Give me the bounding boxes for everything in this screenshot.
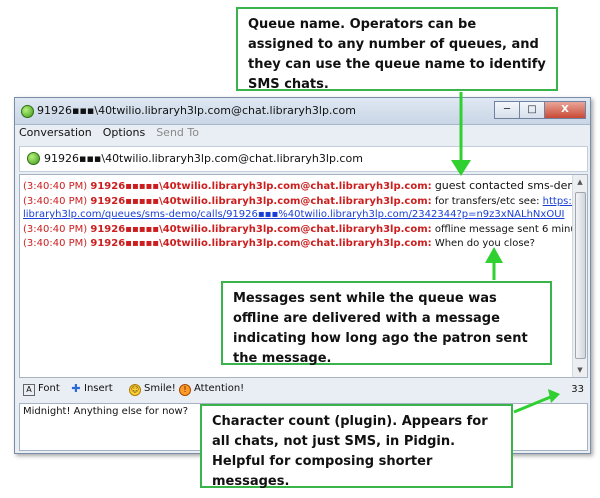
callout-queue-name: Queue name. Operators can be assigned to… bbox=[236, 7, 558, 92]
menu-conversation[interactable]: Conversation bbox=[19, 126, 92, 143]
message-sender: 91926▪▪▪▪▪\40twilio.libraryh3lp.com@chat… bbox=[90, 238, 432, 249]
contact-header: 91926▪▪▪\40twilio.libraryh3lp.com@chat.l… bbox=[19, 146, 588, 172]
available-status-icon bbox=[27, 152, 40, 165]
menu-bar: Conversation Options Send To bbox=[19, 126, 210, 143]
message-sender: 91926▪▪▪▪▪\40twilio.libraryh3lp.com@chat… bbox=[90, 196, 432, 207]
queue-link-continued[interactable]: libraryh3lp.com/queues/sms-demo/calls/91… bbox=[23, 209, 564, 220]
format-toolbar: A Font ✚ Insert ☺ Smile! ! Attention! 33 bbox=[19, 381, 586, 401]
smiley-icon: ☺ bbox=[129, 384, 141, 396]
message-sender: 91926▪▪▪▪▪\40twilio.libraryh3lp.com@chat… bbox=[90, 224, 432, 235]
maximize-button[interactable]: □ bbox=[519, 101, 545, 119]
chat-scrollbar[interactable]: ▲ ▼ bbox=[572, 175, 587, 377]
font-button[interactable]: A Font bbox=[23, 383, 60, 396]
window-title: 91926▪▪▪\40twilio.libraryh3lp.com@chat.l… bbox=[37, 104, 356, 117]
message-line-continued: libraryh3lp.com/queues/sms-demo/calls/91… bbox=[23, 208, 564, 222]
message-input-text: Midnight! Anything else for now? bbox=[23, 406, 189, 417]
font-button-label: Font bbox=[38, 383, 60, 394]
insert-button[interactable]: ✚ Insert bbox=[71, 382, 113, 395]
window-controls: ─ □ X bbox=[494, 101, 586, 119]
scroll-up-icon[interactable]: ▲ bbox=[573, 175, 587, 189]
available-status-icon bbox=[21, 105, 34, 118]
callout-offline-messages: Messages sent while the queue was offlin… bbox=[221, 281, 552, 366]
chat-window: 91926▪▪▪\40twilio.libraryh3lp.com@chat.l… bbox=[14, 97, 591, 454]
message-line: (3:40:40 PM) 91926▪▪▪▪▪\40twilio.library… bbox=[23, 223, 588, 237]
message-text: guest contacted sms-demo bbox=[434, 179, 585, 192]
plus-icon: ✚ bbox=[71, 382, 81, 395]
minimize-button[interactable]: ─ bbox=[494, 101, 520, 119]
contact-name: 91926▪▪▪\40twilio.libraryh3lp.com@chat.l… bbox=[44, 152, 363, 165]
message-text: for transfers/etc see: bbox=[434, 196, 543, 207]
message-line: (3:40:40 PM) 91926▪▪▪▪▪\40twilio.library… bbox=[23, 179, 585, 194]
message-timestamp: (3:40:40 PM) bbox=[23, 181, 88, 192]
message-text: offline message sent 6 minutes ago bbox=[434, 224, 588, 235]
title-bar[interactable]: 91926▪▪▪\40twilio.libraryh3lp.com@chat.l… bbox=[15, 98, 590, 125]
character-count: 33 bbox=[571, 384, 584, 395]
font-icon: A bbox=[23, 384, 35, 396]
smile-button-label: Smile! bbox=[144, 383, 176, 394]
insert-button-label: Insert bbox=[84, 383, 113, 394]
menu-options[interactable]: Options bbox=[103, 126, 145, 143]
message-text: When do you close? bbox=[434, 238, 535, 249]
close-button[interactable]: X bbox=[544, 101, 586, 119]
menu-send-to[interactable]: Send To bbox=[156, 126, 199, 143]
message-timestamp: (3:40:40 PM) bbox=[23, 224, 88, 235]
attention-button-label: Attention! bbox=[194, 383, 245, 394]
scroll-thumb[interactable] bbox=[575, 192, 586, 359]
message-timestamp: (3:40:40 PM) bbox=[23, 238, 88, 249]
attention-icon: ! bbox=[179, 384, 191, 396]
callout-character-count: Character count (plugin). Appears for al… bbox=[200, 404, 513, 489]
message-line: (3:40:40 PM) 91926▪▪▪▪▪\40twilio.library… bbox=[23, 195, 579, 209]
message-sender: 91926▪▪▪▪▪\40twilio.libraryh3lp.com@chat… bbox=[90, 181, 432, 192]
smile-button[interactable]: ☺ Smile! bbox=[129, 383, 176, 396]
message-timestamp: (3:40:40 PM) bbox=[23, 196, 88, 207]
scroll-down-icon[interactable]: ▼ bbox=[573, 363, 587, 377]
attention-button[interactable]: ! Attention! bbox=[179, 383, 244, 396]
message-line: (3:40:40 PM) 91926▪▪▪▪▪\40twilio.library… bbox=[23, 237, 535, 251]
